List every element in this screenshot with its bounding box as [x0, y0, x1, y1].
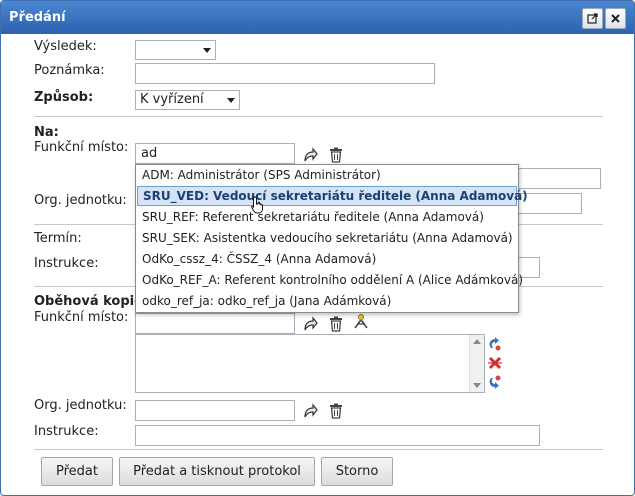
kopie-instrukce-label: Instrukce:: [34, 424, 99, 439]
select-arrow-icon[interactable]: [302, 316, 318, 332]
dialog-title: Předání: [9, 10, 66, 25]
poznamka-label: Poznámka:: [34, 63, 105, 78]
move-up-icon[interactable]: [487, 336, 503, 352]
autocomplete-item[interactable]: OdKo_REF_A: Referent kontrolního oddělen…: [137, 270, 523, 290]
close-icon: [611, 14, 620, 23]
add-person-icon[interactable]: [353, 313, 369, 329]
move-down-icon[interactable]: [487, 374, 503, 390]
obehova-kopie-label: Oběhová kopie: [34, 294, 143, 309]
kopie-funkcni-misto-label: Funkční místo:: [34, 310, 129, 325]
autocomplete-item[interactable]: ADM: Administrátor (SPS Administrátor): [137, 165, 517, 185]
predat-button[interactable]: Předat: [41, 457, 113, 486]
hand-cursor-icon: [251, 196, 263, 214]
termin-label: Termín:: [34, 231, 82, 246]
remove-icon[interactable]: [487, 355, 503, 371]
separator: [34, 449, 603, 450]
chevron-down-icon: [203, 48, 211, 53]
kopie-funkcni-misto-input[interactable]: [135, 313, 295, 334]
autocomplete-item[interactable]: SRU_SEK: Asistentka vedoucího sekretariá…: [137, 228, 517, 248]
kopie-org-jednotku-label: Org. jednotku:: [34, 398, 127, 413]
instrukce-label: Instrukce:: [34, 256, 99, 271]
separator: [34, 116, 603, 117]
scrollbar[interactable]: [469, 335, 484, 392]
popout-button[interactable]: [582, 8, 603, 29]
kopie-instrukce-input[interactable]: [135, 425, 540, 446]
autocomplete-item-selected[interactable]: SRU_VED: Vedoucí sekretariátu ředitele (…: [137, 186, 528, 206]
close-button[interactable]: [605, 8, 626, 29]
select-arrow-icon[interactable]: [302, 403, 318, 419]
autocomplete-item[interactable]: odko_ref_ja: odko_ref_ja (Jana Adámková): [137, 291, 517, 311]
predat-tisk-button[interactable]: Předat a tisknout protokol: [119, 457, 315, 486]
autocomplete-item[interactable]: OdKo_cssz_4: ČSSZ_4 (Anna Adamová): [137, 249, 517, 269]
vysledek-label: Výsledek:: [34, 39, 97, 54]
popout-icon: [587, 13, 598, 24]
transfer-dialog: Předání Výsledek: Poznámka: Způsob: K vy…: [0, 0, 635, 496]
scroll-up-icon[interactable]: [473, 339, 481, 344]
dialog-titlebar[interactable]: Předání: [1, 1, 634, 34]
trash-icon[interactable]: [328, 316, 344, 332]
vysledek-select[interactable]: [135, 40, 216, 60]
chevron-down-icon: [227, 98, 235, 103]
na-label: Na:: [34, 125, 59, 140]
funkcni-misto-input[interactable]: ad: [135, 143, 295, 164]
trash-icon[interactable]: [328, 147, 344, 163]
storno-button[interactable]: Storno: [321, 457, 393, 486]
poznamka-input[interactable]: [135, 63, 435, 84]
select-arrow-icon[interactable]: [302, 147, 318, 163]
autocomplete-item[interactable]: SRU_REF: Referent sekretariátu ředitele …: [137, 207, 517, 227]
scroll-down-icon[interactable]: [473, 383, 481, 388]
kopie-list-box[interactable]: [135, 334, 485, 393]
funkcni-misto-label: Funkční místo:: [34, 140, 129, 155]
kopie-org-jednotku-input[interactable]: [135, 400, 295, 421]
zpusob-select[interactable]: K vyřízení: [135, 90, 240, 110]
zpusob-label: Způsob:: [34, 90, 94, 105]
trash-icon[interactable]: [328, 403, 344, 419]
autocomplete-dropdown: ADM: Administrátor (SPS Administrátor) S…: [135, 164, 528, 313]
zpusob-value: K vyřízení: [140, 92, 204, 107]
org-jednotku-label: Org. jednotku:: [34, 193, 127, 208]
